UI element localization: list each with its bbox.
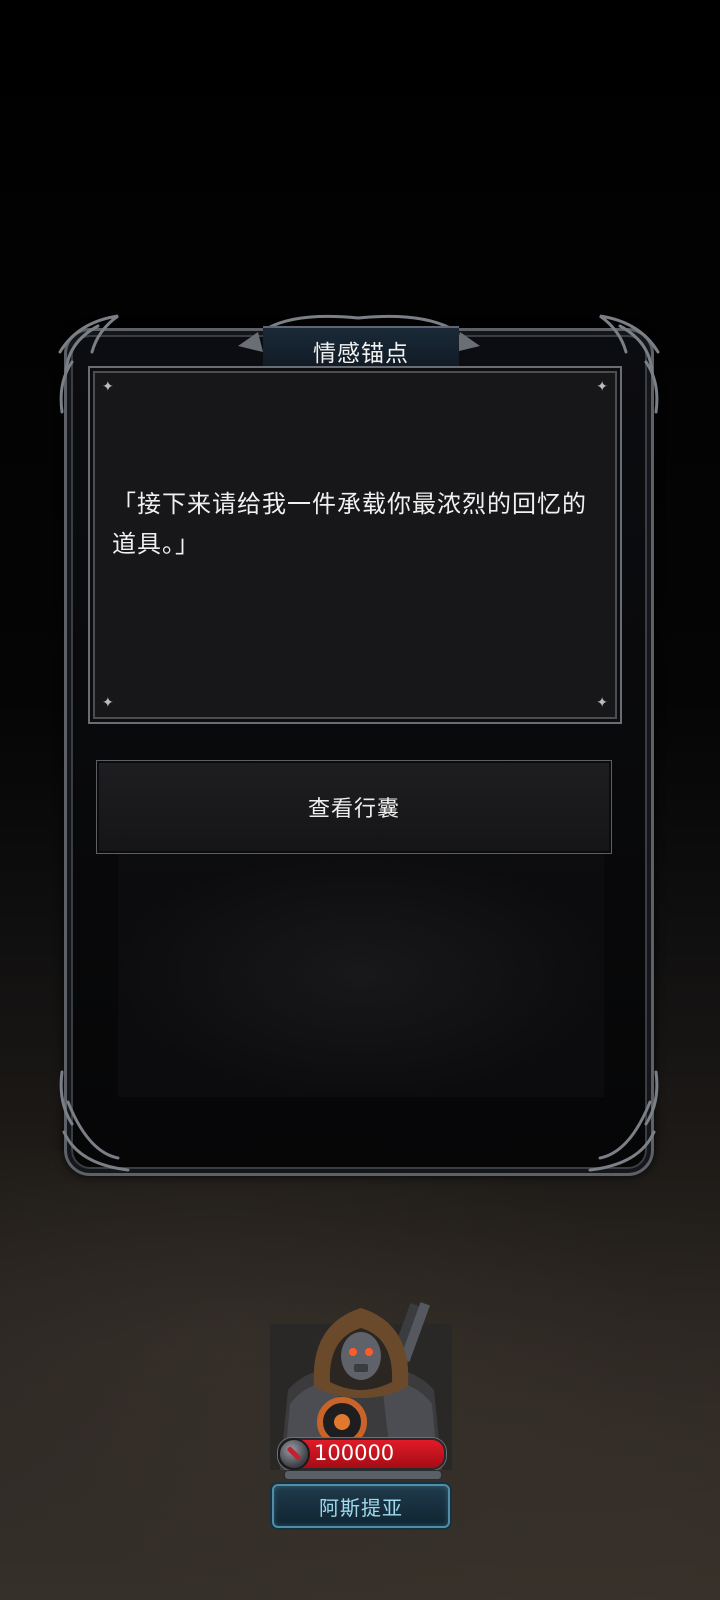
view-bag-button-label: 查看行囊 (307, 797, 400, 822)
character-card[interactable]: 100000 阿斯提亚 (268, 1294, 454, 1530)
sparkle-icon: ✦ (102, 695, 114, 711)
view-bag-button[interactable]: 查看行囊 (96, 760, 612, 854)
sparkle-icon: ✦ (596, 695, 608, 711)
message-panel: ✦ ✦ ✦ ✦ 「接下来请给我一件承载你最浓烈的回忆的道具。」 (88, 366, 622, 724)
energy-bar (284, 1470, 442, 1480)
dialog-title: 情感锚点 (313, 341, 409, 367)
sword-icon (278, 1438, 310, 1470)
dialog-texture (118, 852, 604, 1097)
character-name-plate[interactable]: 阿斯提亚 (272, 1484, 450, 1528)
sparkle-icon: ✦ (102, 379, 114, 395)
character-name: 阿斯提亚 (319, 1495, 403, 1520)
dialog-window: 情感锚点 ✦ ✦ ✦ ✦ 「接下来请给我一件承载你最浓烈的回忆的道具。」 查看行… (58, 312, 660, 1176)
hp-bar: 100000 (278, 1438, 446, 1470)
sparkle-icon: ✦ (596, 379, 608, 395)
hp-value: 100000 (314, 1441, 395, 1465)
dialog-message: 「接下来请给我一件承载你最浓烈的回忆的道具。」 (112, 490, 587, 558)
